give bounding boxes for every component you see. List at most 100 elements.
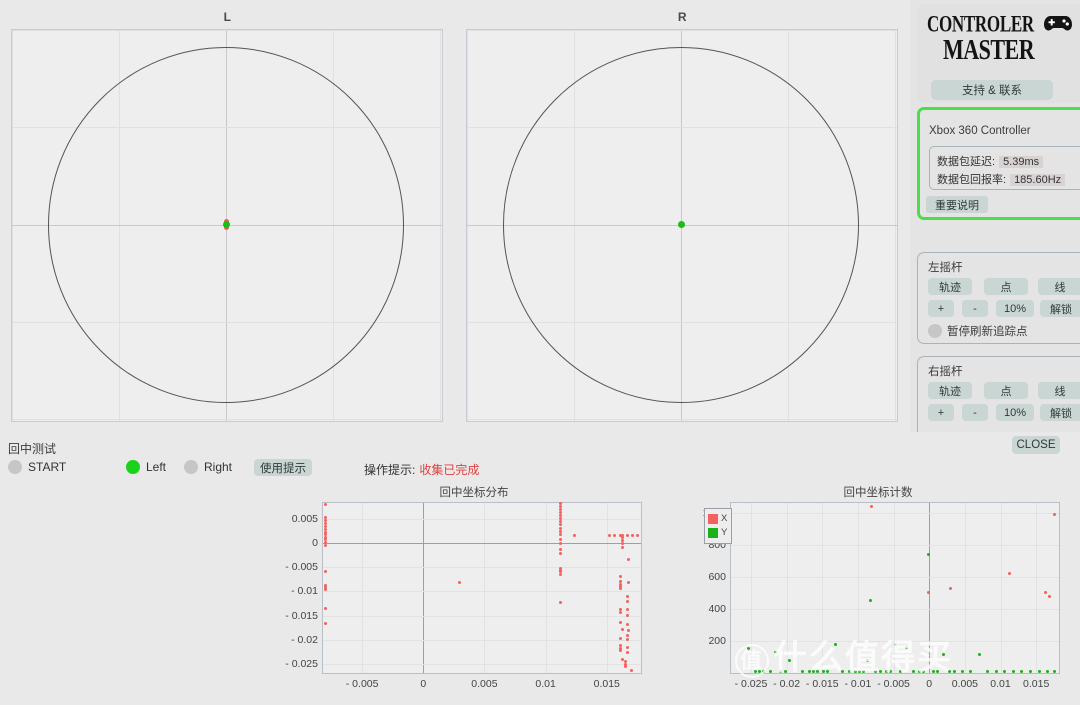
left-zoom-in-button[interactable]: + [928,300,954,317]
y-gridline-0 [731,641,1059,642]
x-tick-label-4: 0.015 [593,678,620,690]
radio-right[interactable]: Right [184,460,232,474]
data-point [899,670,903,674]
x-tick-label-0: - 0.005 [345,678,379,690]
coord-distribution-plot-area[interactable] [322,502,642,674]
y-gridline-5 [323,640,641,641]
x-tick-label-3: - 0.01 [844,678,872,690]
radio-left[interactable]: Left [126,460,184,474]
grid-line-h-4 [467,419,897,420]
right-zoom-level-button[interactable]: 10% [996,404,1034,421]
x-tick-label-4: - 0.005 [877,678,910,690]
right-point-button[interactable]: 点 [984,382,1028,399]
data-point [1037,670,1041,674]
data-point [629,668,633,672]
data-point [912,670,916,674]
coord-count-legend: XY [704,508,732,544]
data-point [758,670,762,674]
data-point [626,645,630,649]
data-point [323,607,327,611]
x-tick-label-1: 0 [420,678,427,690]
x-tick-label-5: 0 [926,678,933,690]
data-point [936,670,940,674]
data-point [869,504,873,508]
right-radio-icon[interactable] [184,460,198,474]
coord-count-plot-area[interactable] [730,502,1060,674]
data-point [904,646,908,650]
data-point [1011,670,1015,674]
close-button[interactable]: CLOSE [1012,436,1060,454]
coord-count-chart[interactable]: 回中坐标计数 - 0.025 - 0.02 - 0.015 - 0.01 - 0.005… [678,484,1078,699]
radio-start[interactable]: START [8,460,126,474]
latency-row: 数据包延迟: 5.39ms [937,153,1044,169]
left-stick-controls-group: 左摇杆 轨迹 点 线 + - 10% 解锁 暂停刷新追踪点 [917,252,1080,344]
right-trace-button[interactable]: 轨迹 [928,382,972,399]
left-trace-button[interactable]: 轨迹 [928,278,972,295]
left-line-button[interactable]: 线 [1038,278,1080,295]
operation-hint-label: 操作提示: [364,463,416,477]
coord-distribution-chart[interactable]: 回中坐标分布 - 0.005 0 0.005 0.01 0.015 0.005 0 - 0.0… [278,484,670,699]
left-stick-group-title: 左摇杆 [928,262,963,274]
left-stick-plot[interactable] [11,29,443,422]
left-stick-panel: L [0,0,455,432]
data-point [323,621,327,625]
left-pause-refresh-toggle[interactable]: 暂停刷新追踪点 [928,323,1028,339]
data-point [626,533,630,537]
left-zoom-out-button[interactable]: - [962,300,988,317]
x-gridline-5 [929,503,930,673]
data-point [618,575,622,579]
x-gridline-1 [423,503,424,673]
data-point [869,598,873,602]
brand-line-2: MASTER [943,33,1035,66]
support-contact-button[interactable]: 支持 & 联系 [931,80,1053,100]
data-point [922,670,926,674]
y-gridline-0 [323,519,641,520]
start-radio-icon[interactable] [8,460,22,474]
data-point [573,533,577,537]
data-point [774,650,778,654]
data-point [1003,670,1007,674]
grid-line-h-0 [12,30,442,31]
legend-item-X: X [708,513,727,524]
left-pause-radio-icon[interactable] [928,324,942,338]
right-line-button[interactable]: 线 [1038,382,1080,399]
right-stick-group-title: 右摇杆 [928,366,963,378]
y-tick-label-0: 0.005 [291,512,318,525]
stick-visualizer-area: L R [0,0,910,432]
y-tick-label-5: - 0.02 [291,633,318,646]
brand-logo: CONTROLER MASTER [925,9,1080,66]
left-zoom-level-button[interactable]: 10% [996,300,1034,317]
operation-hint-value: 收集已完成 [419,463,480,477]
left-unlock-button[interactable]: 解锁 [1040,300,1080,317]
data-point [1020,670,1024,674]
data-point [747,647,751,651]
operation-hint: 操作提示: 收集已完成 [364,461,479,478]
left-pause-label: 暂停刷新追踪点 [947,326,1028,338]
y-gridline-3 [323,591,641,592]
legend-swatch-Y [708,527,718,538]
data-point [847,670,851,674]
important-note-button[interactable]: 重要说明 [926,196,988,213]
left-point-button[interactable]: 点 [984,278,1028,295]
data-point [822,670,826,674]
right-zoom-out-button[interactable]: - [962,404,988,421]
coord-distribution-title: 回中坐标分布 [439,487,509,499]
data-point [558,522,562,526]
data-point [323,587,327,591]
data-point [862,670,866,674]
right-unlock-button[interactable]: 解锁 [1040,404,1080,421]
right-zoom-in-button[interactable]: + [928,404,954,421]
usage-hint-button[interactable]: 使用提示 [254,459,312,476]
left-radio-icon[interactable] [126,460,140,474]
data-point [558,600,562,604]
data-point [621,542,625,546]
data-point [853,670,857,674]
data-point [558,537,562,541]
data-point [932,670,935,674]
right-stick-title: R [677,10,688,24]
data-point [1052,670,1056,674]
x-tick-label-8: 0.015 [1023,678,1050,690]
right-stick-plot[interactable] [466,29,898,422]
data-point [927,590,930,594]
legend-label-X: X [721,513,728,524]
